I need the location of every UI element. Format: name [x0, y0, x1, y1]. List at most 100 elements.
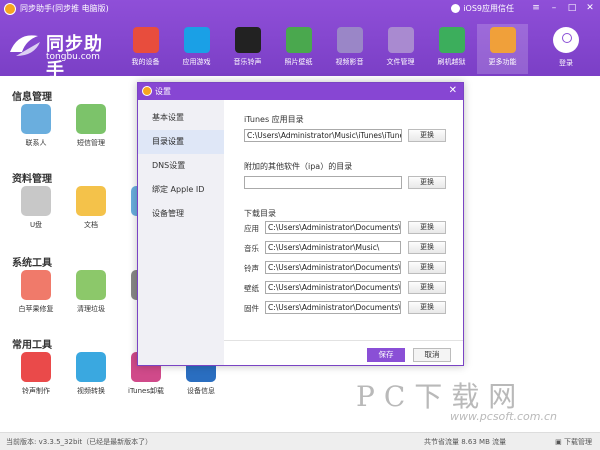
tool-item[interactable]: U盘 [16, 186, 56, 230]
top-nav: 我的设备 应用游戏 音乐铃声 照片壁纸 视频影音 文件管理 刷机越狱 更多功能 [120, 24, 528, 74]
watermark-text: PC下载网 [356, 380, 526, 413]
download-row-change-button[interactable]: 更换 [408, 281, 446, 294]
section-title: 资料管理 [12, 174, 52, 185]
nav-label: 文件管理 [386, 58, 415, 66]
brand-url: tongbu.com [46, 52, 100, 62]
tool-item[interactable]: 短信管理 [71, 104, 111, 148]
tool-label: 白苹果修复 [18, 305, 54, 313]
tool-icon [76, 104, 106, 134]
maximize-icon[interactable]: □ [566, 2, 578, 14]
top-header: 同步助手(同步推 电脑版) iOS9应用信任 ≡ – □ ✕ 同步助手 tong… [0, 0, 600, 81]
version-text: 当前版本: v3.3.5_32bit（已经是最新版本了） [6, 438, 153, 446]
nav-item-4[interactable]: 视频影音 [324, 24, 375, 74]
login-button[interactable]: 登录 [550, 27, 582, 68]
section-title: 系统工具 [12, 258, 52, 269]
music-disc-icon [234, 27, 261, 53]
download-row-label: 壁纸 [244, 284, 259, 293]
nav-item-7[interactable]: 更多功能 [477, 24, 528, 74]
nav-item-5[interactable]: 文件管理 [375, 24, 426, 74]
download-icon: ▣ [555, 438, 564, 446]
tool-icon [21, 104, 51, 134]
settings-tab-2[interactable]: DNS设置 [138, 154, 224, 178]
nav-label: 音乐铃声 [233, 58, 262, 66]
download-row-label: 音乐 [244, 244, 259, 253]
nav-label: 刷机越狱 [437, 58, 466, 66]
title-bar: 同步助手(同步推 电脑版) iOS9应用信任 ≡ – □ ✕ [0, 0, 600, 18]
photo-icon [285, 27, 312, 53]
tool-icon [21, 186, 51, 216]
nav-label: 照片壁纸 [284, 58, 313, 66]
download-row-change-button[interactable]: 更换 [408, 241, 446, 254]
nav-item-0[interactable]: 我的设备 [120, 24, 171, 74]
tool-item[interactable]: 白苹果修复 [16, 270, 56, 314]
minimize-icon[interactable]: – [548, 2, 560, 14]
nav-item-6[interactable]: 刷机越狱 [426, 24, 477, 74]
nav-label: 更多功能 [488, 58, 517, 66]
download-dir-title: 下载目录 [244, 209, 276, 218]
save-button[interactable]: 保存 [367, 348, 405, 362]
close-icon[interactable]: ✕ [584, 2, 596, 14]
tool-item[interactable]: 联系人 [16, 104, 56, 148]
app-logo-icon [4, 3, 16, 15]
app-store-icon [183, 27, 210, 53]
tool-label: 联系人 [25, 139, 47, 147]
download-row-path-input[interactable]: C:\Users\Administrator\Music\ [265, 241, 401, 254]
dialog-body: 基本设置 目录设置 DNS设置 绑定 Apple ID 设备管理 iTunes 应用目录… [138, 100, 463, 365]
tool-label: U盘 [29, 221, 43, 229]
download-manager-label: 下载管理 [564, 438, 592, 446]
tool-item[interactable]: 铃声制作 [16, 352, 56, 396]
settings-tab-1[interactable]: 目录设置 [138, 130, 224, 154]
nav-item-2[interactable]: 音乐铃声 [222, 24, 273, 74]
nav-label: 应用游戏 [182, 58, 211, 66]
tool-icon [76, 270, 106, 300]
tool-label: 文档 [84, 221, 98, 229]
watermark-url: www.pcsoft.com.cn [450, 410, 557, 423]
window-controls: ≡ – □ ✕ [530, 2, 596, 14]
extra-ipa-dir-title: 附加的其他软件（ipa）的目录 [244, 162, 353, 171]
download-row-change-button[interactable]: 更换 [408, 261, 446, 274]
nav-item-3[interactable]: 照片壁纸 [273, 24, 324, 74]
dialog-close-icon[interactable]: ✕ [449, 85, 457, 96]
cancel-button[interactable]: 取消 [413, 348, 451, 362]
brand-logo: 同步助手 tongbu.com [8, 28, 116, 81]
grid-icon [489, 27, 516, 53]
settings-tab-4[interactable]: 设备管理 [138, 202, 224, 226]
tool-icon [21, 270, 51, 300]
tool-label: 铃声制作 [22, 387, 50, 395]
download-row-label: 铃声 [244, 264, 259, 273]
tool-label: 短信管理 [77, 139, 105, 147]
tool-item[interactable]: 文档 [71, 186, 111, 230]
tool-label: 清理垃圾 [77, 305, 105, 313]
menu-icon[interactable]: ≡ [530, 2, 542, 14]
itunes-dir-change-button[interactable]: 更换 [408, 129, 446, 142]
dialog-footer: 保存 取消 [224, 340, 463, 365]
tool-item[interactable]: 视频转换 [71, 352, 111, 396]
status-bar: 当前版本: v3.3.5_32bit（已经是最新版本了） 共节省流量 8.63 … [0, 432, 600, 450]
refresh-icon [438, 27, 465, 53]
extra-ipa-dir-input[interactable] [244, 176, 402, 189]
nav-label: 我的设备 [131, 58, 160, 66]
download-row-change-button[interactable]: 更换 [408, 221, 446, 234]
download-row-label: 固件 [244, 304, 259, 313]
ios-trust-link[interactable]: iOS9应用信任 [451, 3, 514, 14]
download-row-change-button[interactable]: 更换 [408, 301, 446, 314]
download-row-path-input[interactable]: C:\Users\Administrator\Documents\Tongbu [265, 301, 401, 314]
extra-ipa-dir-change-button[interactable]: 更换 [408, 176, 446, 189]
download-row-label: 应用 [244, 224, 259, 233]
settings-tab-0[interactable]: 基本设置 [138, 106, 224, 130]
tool-item[interactable]: 清理垃圾 [71, 270, 111, 314]
download-row-path-input[interactable]: C:\Users\Administrator\Documents\Tongbu [265, 221, 401, 234]
nav-item-1[interactable]: 应用游戏 [171, 24, 222, 74]
download-manager-button[interactable]: ▣ 下载管理 [555, 437, 592, 447]
ios-trust-icon [451, 4, 461, 13]
settings-sidebar: 基本设置 目录设置 DNS设置 绑定 Apple ID 设备管理 [138, 100, 224, 365]
ios-trust-label: iOS9应用信任 [463, 4, 514, 13]
settings-tab-3[interactable]: 绑定 Apple ID [138, 178, 224, 202]
settings-sidebar-list: 基本设置 目录设置 DNS设置 绑定 Apple ID 设备管理 [138, 100, 224, 226]
tool-icon [21, 352, 51, 382]
download-row-path-input[interactable]: C:\Users\Administrator\Documents\Tongbu [265, 281, 401, 294]
itunes-dir-input[interactable]: C:\Users\Administrator\Music\iTunes\iTun… [244, 129, 402, 142]
download-row-path-input[interactable]: C:\Users\Administrator\Documents\Tongbu [265, 261, 401, 274]
mail-icon [387, 27, 414, 53]
user-icon [553, 27, 579, 53]
